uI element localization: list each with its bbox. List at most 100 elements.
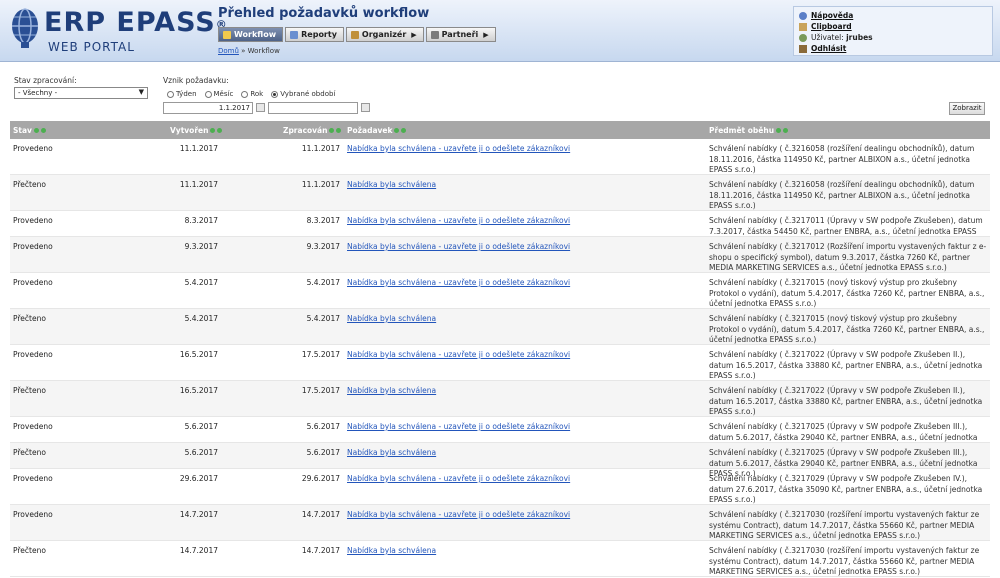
radio-month[interactable]: Měsíc (204, 90, 234, 98)
table-body: Provedeno 11.1.2017 11.1.2017 Nabídka byla … (10, 139, 990, 577)
logo-main-text: ERP EPASS (44, 7, 216, 38)
sort-desc-icon[interactable] (40, 128, 46, 133)
help-link[interactable]: Nápověda (811, 11, 853, 20)
cell-state: Přečteno (13, 180, 46, 189)
cell-subject: Schválení nabídky ( č.3217012 (Rozšíření… (709, 242, 987, 272)
radio-icon (167, 90, 174, 98)
show-button[interactable]: Zobrazit (949, 102, 985, 115)
menu-organizer-label: Organizér (361, 30, 407, 39)
cell-processed: 9.3.2017 (306, 242, 340, 251)
sort-desc-icon[interactable] (336, 128, 342, 133)
request-link[interactable]: Nabídka byla schválena - uzavřete ji o o… (347, 350, 570, 359)
radio-week[interactable]: Týden (167, 90, 197, 98)
menu-reporty[interactable]: Reporty (285, 27, 344, 42)
state-filter-select[interactable]: - Všechny - ▼ (14, 87, 148, 99)
table-row: Provedeno 9.3.2017 9.3.2017 Nabídka byla sc… (10, 237, 990, 273)
col-processed-label: Zpracován (283, 126, 328, 135)
cell-created: 14.7.2017 (179, 546, 218, 555)
sort-asc-icon[interactable] (33, 128, 39, 133)
table-row: Přečteno 5.4.2017 5.4.2017 Nabídka byla sch… (10, 309, 990, 345)
origin-filter-label: Vznik požadavku: (163, 76, 229, 85)
table-header: Stav Vytvořen Zpracován Požadavek Předmě… (10, 121, 990, 139)
cell-processed: 5.4.2017 (306, 314, 340, 323)
radio-selected-period-label: Vybrané období (280, 90, 336, 98)
cell-processed: 14.7.2017 (301, 546, 340, 555)
table-row: Provedeno 5.4.2017 5.4.2017 Nabídka byla sc… (10, 273, 990, 309)
workflow-table: Stav Vytvořen Zpracován Požadavek Předmě… (10, 121, 990, 577)
date-from-input[interactable]: 1.1.2017 (163, 102, 253, 114)
date-to-input[interactable] (268, 102, 358, 114)
cell-created: 5.4.2017 (184, 278, 218, 287)
sort-asc-icon[interactable] (210, 128, 216, 133)
clipboard-link[interactable]: Clipboard (811, 22, 852, 31)
cell-state: Přečteno (13, 546, 46, 555)
cell-created: 5.4.2017 (184, 314, 218, 323)
clipboard-icon (799, 22, 807, 31)
logo-subtitle: WEB PORTAL (48, 40, 135, 54)
menu-partners[interactable]: Partneři ▶ (425, 27, 496, 42)
request-link[interactable]: Nabídka byla schválena - uzavřete ji o o… (347, 510, 570, 519)
cell-subject: Schválení nabídky ( č.3216058 (rozšíření… (709, 144, 975, 174)
menu-workflow[interactable]: Workflow (218, 27, 284, 42)
menu-reporty-label: Reporty (301, 30, 337, 39)
sort-asc-icon[interactable] (394, 128, 400, 133)
cell-state: Provedeno (13, 216, 53, 225)
cell-state: Provedeno (13, 242, 53, 251)
menu-partners-label: Partneři (441, 30, 479, 39)
submenu-arrow-icon: ▶ (483, 30, 489, 39)
organizer-icon (350, 30, 359, 39)
col-request-header[interactable]: Požadavek (347, 126, 407, 135)
request-link[interactable]: Nabídka byla schválena - uzavřete ji o o… (347, 474, 570, 483)
period-radio-group: Týden Měsíc Rok Vybrané období (167, 90, 335, 98)
request-link[interactable]: Nabídka byla schválena (347, 180, 436, 189)
sort-asc-icon[interactable] (329, 128, 335, 133)
request-link[interactable]: Nabídka byla schválena - uzavřete ji o o… (347, 278, 570, 287)
radio-year[interactable]: Rok (241, 90, 263, 98)
request-link[interactable]: Nabídka byla schválena - uzavřete ji o o… (347, 144, 570, 153)
logout-row: Odhlásit (799, 43, 992, 54)
help-row: Nápověda (799, 10, 992, 21)
user-icon (799, 33, 807, 42)
request-link[interactable]: Nabídka byla schválena - uzavřete ji o o… (347, 216, 570, 225)
menu-organizer[interactable]: Organizér ▶ (345, 27, 424, 42)
cell-created: 16.5.2017 (179, 386, 218, 395)
logout-link[interactable]: Odhlásit (811, 44, 846, 53)
cell-subject: Schválení nabídky ( č.3217030 (rozšíření… (709, 510, 980, 540)
calendar-icon[interactable] (256, 103, 265, 112)
cell-state: Provedeno (13, 144, 53, 153)
cell-state: Přečteno (13, 448, 46, 457)
calendar-icon[interactable] (361, 103, 370, 112)
request-link[interactable]: Nabídka byla schválena (347, 546, 436, 555)
col-created-header[interactable]: Vytvořen (170, 126, 223, 135)
user-panel: Nápověda Clipboard Uživatel: jrubes Odhl… (793, 6, 993, 56)
table-row: Přečteno 14.7.2017 14.7.2017 Nabídka byla s… (10, 541, 990, 577)
sort-desc-icon[interactable] (401, 128, 407, 133)
col-subject-label: Předmět oběhu (709, 126, 775, 135)
cell-state: Provedeno (13, 510, 53, 519)
breadcrumb-home-link[interactable]: Domů (218, 47, 239, 55)
help-icon (799, 11, 807, 20)
table-row: Přečteno 5.6.2017 5.6.2017 Nabídka byla sch… (10, 443, 990, 478)
logout-icon (799, 44, 807, 53)
cell-created: 11.1.2017 (179, 144, 218, 153)
radio-month-label: Měsíc (213, 90, 234, 98)
col-subject-header[interactable]: Předmět oběhu (709, 126, 789, 135)
partners-icon (430, 30, 439, 39)
col-processed-header[interactable]: Zpracován (283, 126, 342, 135)
request-link[interactable]: Nabídka byla schválena (347, 448, 436, 457)
cell-processed: 11.1.2017 (301, 144, 340, 153)
cell-created: 5.6.2017 (184, 448, 218, 457)
request-link[interactable]: Nabídka byla schválena (347, 386, 436, 395)
request-link[interactable]: Nabídka byla schválena - uzavřete ji o o… (347, 422, 570, 431)
sort-asc-icon[interactable] (776, 128, 782, 133)
submenu-arrow-icon: ▶ (411, 30, 417, 39)
table-row: Přečteno 16.5.2017 17.5.2017 Nabídka byla s… (10, 381, 990, 417)
request-link[interactable]: Nabídka byla schválena - uzavřete ji o o… (347, 242, 570, 251)
col-state-header[interactable]: Stav (13, 126, 46, 135)
radio-selected-period[interactable]: Vybrané období (271, 90, 335, 98)
sort-desc-icon[interactable] (217, 128, 223, 133)
cell-created: 11.1.2017 (179, 180, 218, 189)
dropdown-arrow-icon: ▼ (138, 88, 144, 96)
request-link[interactable]: Nabídka byla schválena (347, 314, 436, 323)
sort-desc-icon[interactable] (783, 128, 789, 133)
